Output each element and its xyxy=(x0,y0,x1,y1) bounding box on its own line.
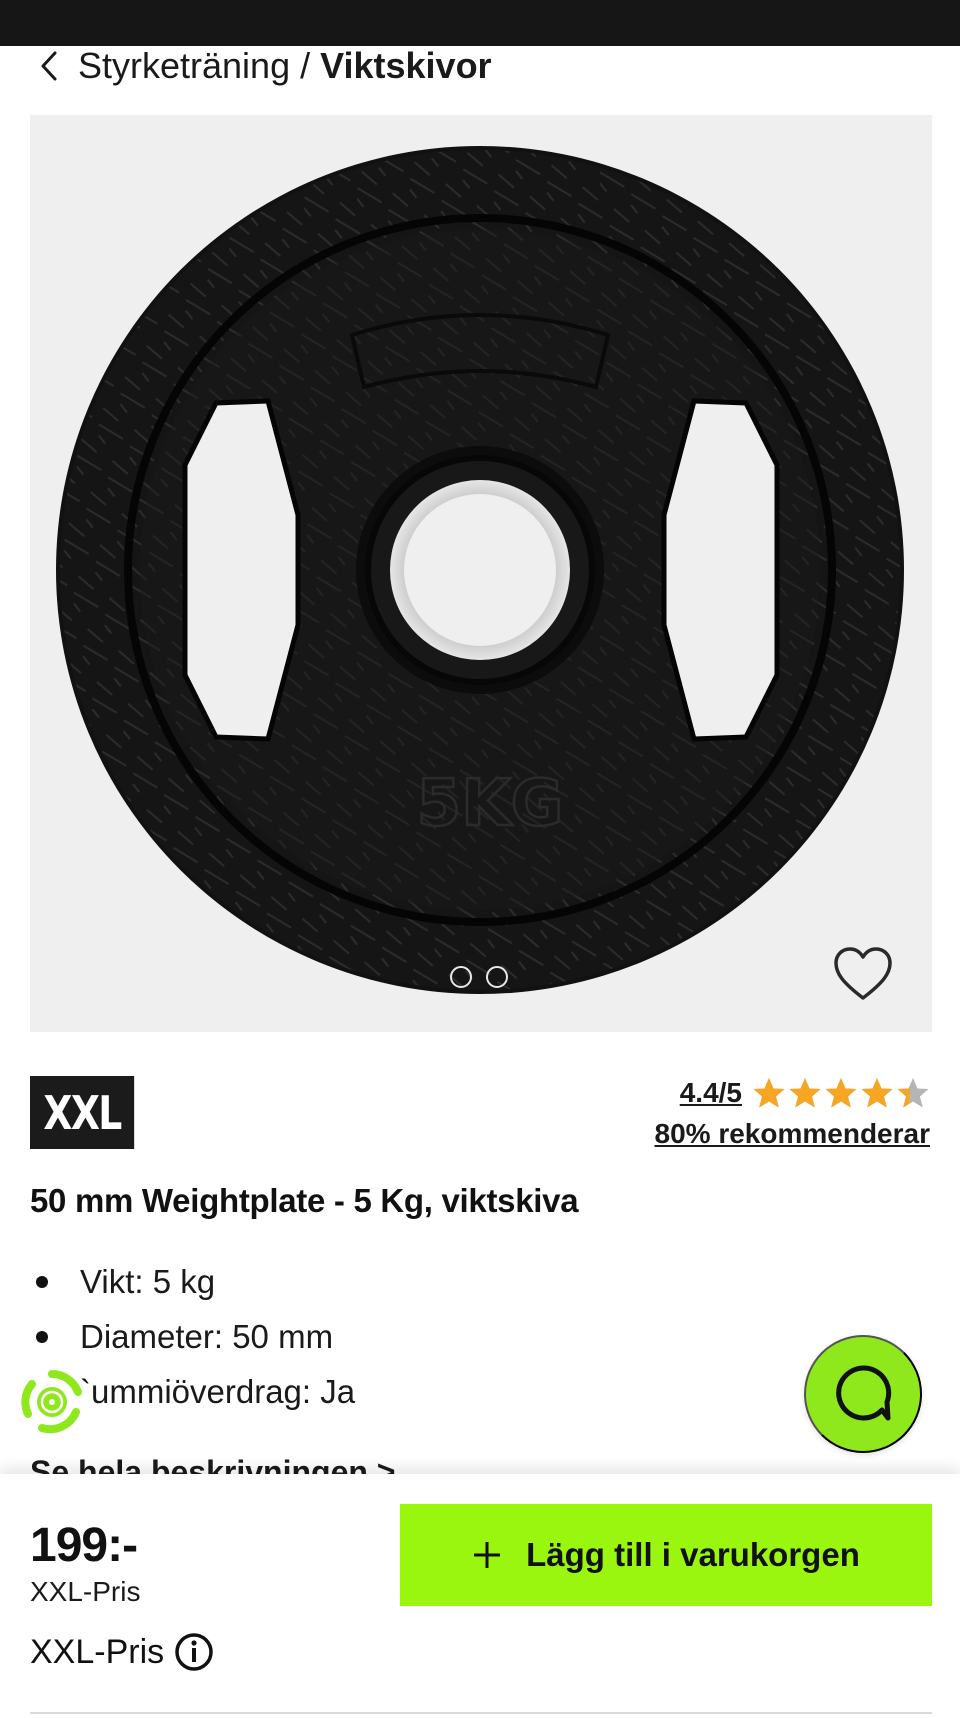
product-title: 50 mm Weightplate - 5 Kg, viktskiva xyxy=(30,1182,579,1219)
chevron-left-icon[interactable] xyxy=(40,46,62,86)
recycle-badge-icon[interactable] xyxy=(18,1368,86,1436)
price-info-label: XXL-Pris xyxy=(30,1632,165,1671)
chat-button[interactable] xyxy=(804,1335,922,1453)
status-bar xyxy=(0,0,960,46)
star-icon xyxy=(789,1078,821,1108)
rating-stars xyxy=(752,1076,930,1110)
breadcrumb-separator: / xyxy=(300,45,311,86)
price-info[interactable]: XXL-Pris xyxy=(30,1632,214,1672)
breadcrumb-parent-link[interactable]: Styrketräning xyxy=(78,45,290,87)
star-icon xyxy=(753,1078,785,1108)
rating-score[interactable]: 4.4/5 xyxy=(680,1077,742,1109)
recommend-percentage[interactable]: 80% rekommenderar xyxy=(655,1118,930,1150)
pagination-dot[interactable] xyxy=(486,966,508,988)
divider xyxy=(30,1712,932,1714)
star-icon xyxy=(861,1078,893,1108)
pagination-dot[interactable] xyxy=(450,966,472,988)
feature-text: `ummiöverdrag: Ja xyxy=(80,1372,356,1410)
plate-marking: 5KG xyxy=(417,767,564,841)
add-to-cart-label: Lägg till i varukorgen xyxy=(526,1536,860,1573)
product-image-gallery[interactable]: 5KG xyxy=(30,115,932,1032)
breadcrumb: Styrketräning / Viktskivor xyxy=(40,44,492,88)
feature-text: Diameter: 50 mm xyxy=(80,1317,334,1355)
add-to-cart-button[interactable]: Lägg till i varukorgen xyxy=(400,1504,932,1606)
bullet-icon xyxy=(36,1330,48,1343)
star-icon xyxy=(825,1078,857,1108)
product-image: 5KG xyxy=(56,146,904,994)
info-icon[interactable] xyxy=(174,1632,214,1672)
rating-summary[interactable]: 4.4/5 80% rekommenderar xyxy=(655,1076,930,1150)
feature-text: Vikt: 5 kg xyxy=(80,1262,216,1300)
plus-icon xyxy=(472,1540,502,1570)
price-label: XXL-Pris xyxy=(30,1576,141,1607)
heart-outline-icon[interactable] xyxy=(832,946,894,1002)
chat-bubble-icon xyxy=(832,1362,894,1427)
image-pagination xyxy=(450,966,508,988)
purchase-footer: 199:- XXL-Pris XXL-Pris Lägg till i varu… xyxy=(0,1474,960,1718)
star-icon xyxy=(897,1078,929,1108)
list-item: Diameter: 50 mm xyxy=(30,1309,355,1364)
list-item: Vikt: 5 kg xyxy=(30,1254,355,1309)
bullet-icon xyxy=(36,1275,48,1288)
price: 199:- xyxy=(30,1519,138,1572)
brand-logo[interactable]: XXL xyxy=(30,1076,135,1149)
breadcrumb-current[interactable]: Viktskivor xyxy=(320,45,491,87)
